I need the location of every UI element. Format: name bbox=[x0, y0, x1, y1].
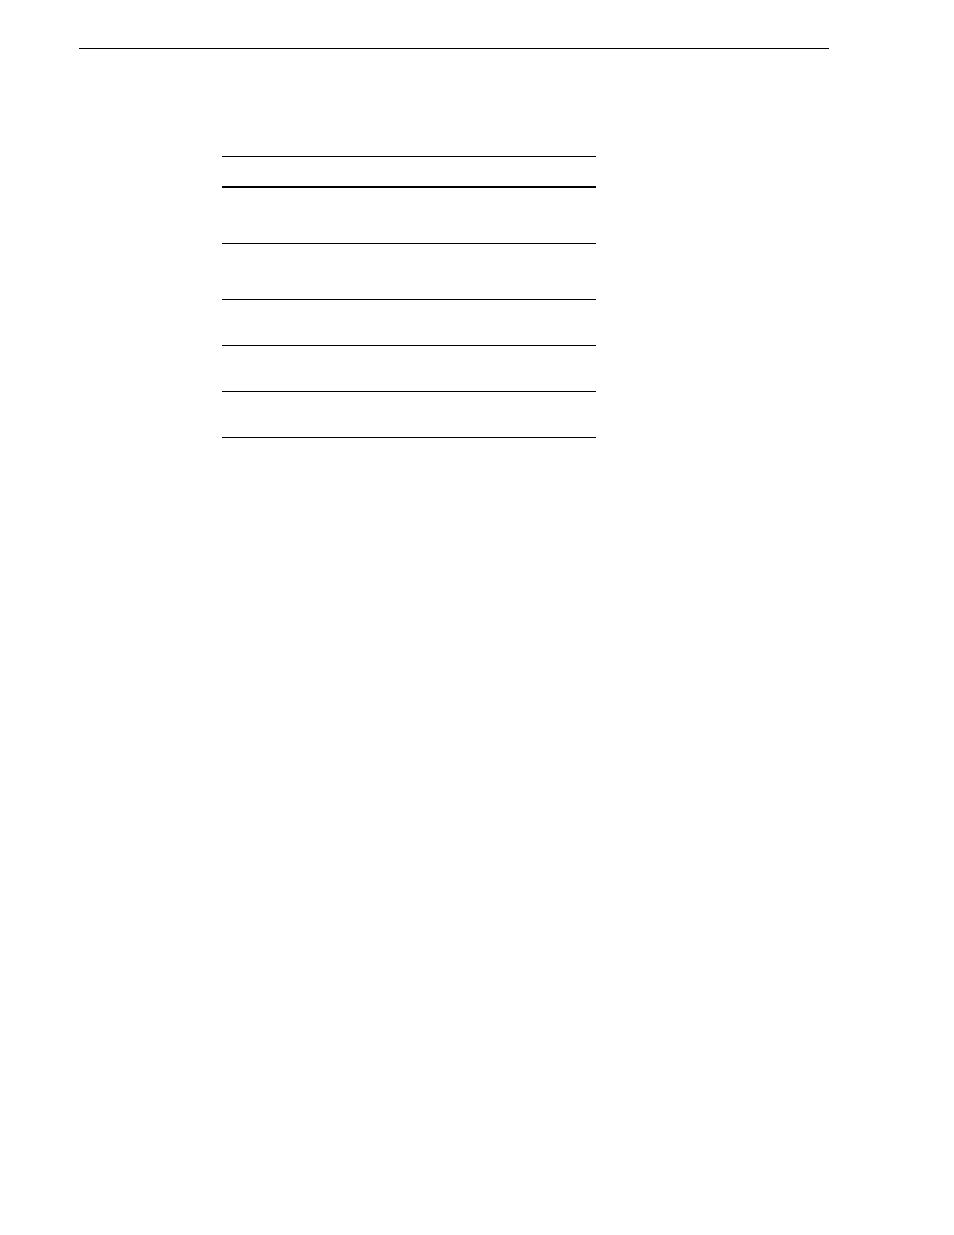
header-rule bbox=[79, 48, 829, 49]
horizontal-rule-group bbox=[222, 156, 596, 438]
horizontal-rule bbox=[222, 437, 596, 438]
document-page bbox=[0, 0, 954, 1235]
